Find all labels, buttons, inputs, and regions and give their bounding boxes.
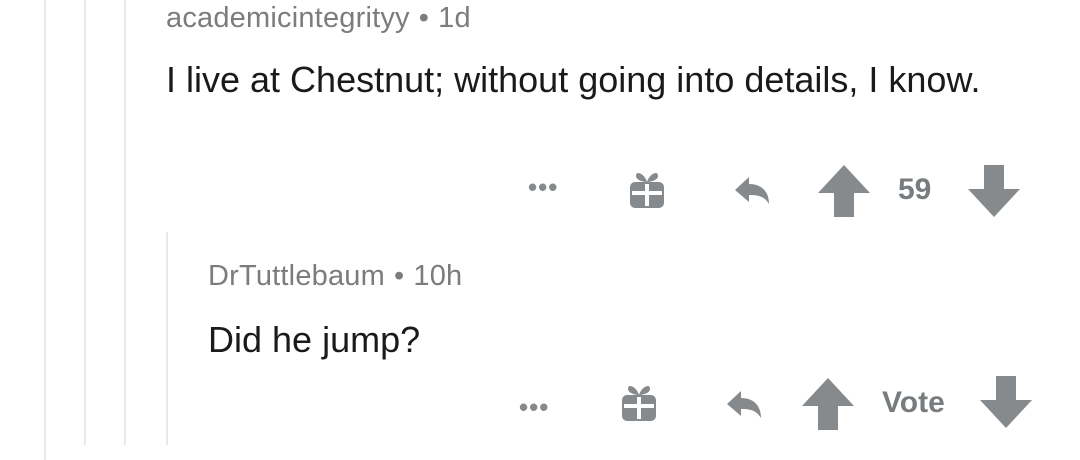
downvote-arrow-icon[interactable]	[966, 163, 1022, 219]
downvote-arrow-icon[interactable]	[978, 374, 1034, 430]
reply-arrow-icon[interactable]	[726, 388, 764, 422]
more-dots-icon[interactable]: •••	[519, 392, 549, 423]
gift-icon[interactable]	[620, 383, 658, 423]
vote-count: 59	[898, 173, 932, 206]
comment-body: Did he jump?	[208, 319, 421, 360]
username[interactable]: DrTuttlebaum	[208, 260, 385, 292]
thread-line-reply[interactable]	[166, 232, 168, 445]
more-dots-icon[interactable]: •••	[528, 172, 558, 203]
upvote-arrow-icon[interactable]	[816, 163, 872, 219]
meta-separator: •	[418, 2, 430, 34]
username[interactable]: academicintegrityy	[166, 2, 410, 34]
vote-label: Vote	[882, 386, 945, 419]
comment-meta: DrTuttlebaum • 10h	[208, 260, 462, 293]
thread-line-outer-1[interactable]	[44, 0, 46, 460]
thread-line-outer-2[interactable]	[84, 0, 86, 445]
meta-separator: •	[394, 260, 405, 292]
upvote-arrow-icon[interactable]	[800, 376, 856, 432]
thread-line-outer-3[interactable]	[124, 0, 126, 445]
gift-icon[interactable]	[628, 170, 666, 210]
reply-arrow-icon[interactable]	[734, 174, 772, 208]
timestamp: 1d	[438, 2, 471, 34]
timestamp: 10h	[413, 260, 463, 292]
comment-meta: academicintegrityy • 1d	[166, 2, 471, 35]
comment-body: I live at Chestnut; without going into d…	[166, 59, 981, 100]
